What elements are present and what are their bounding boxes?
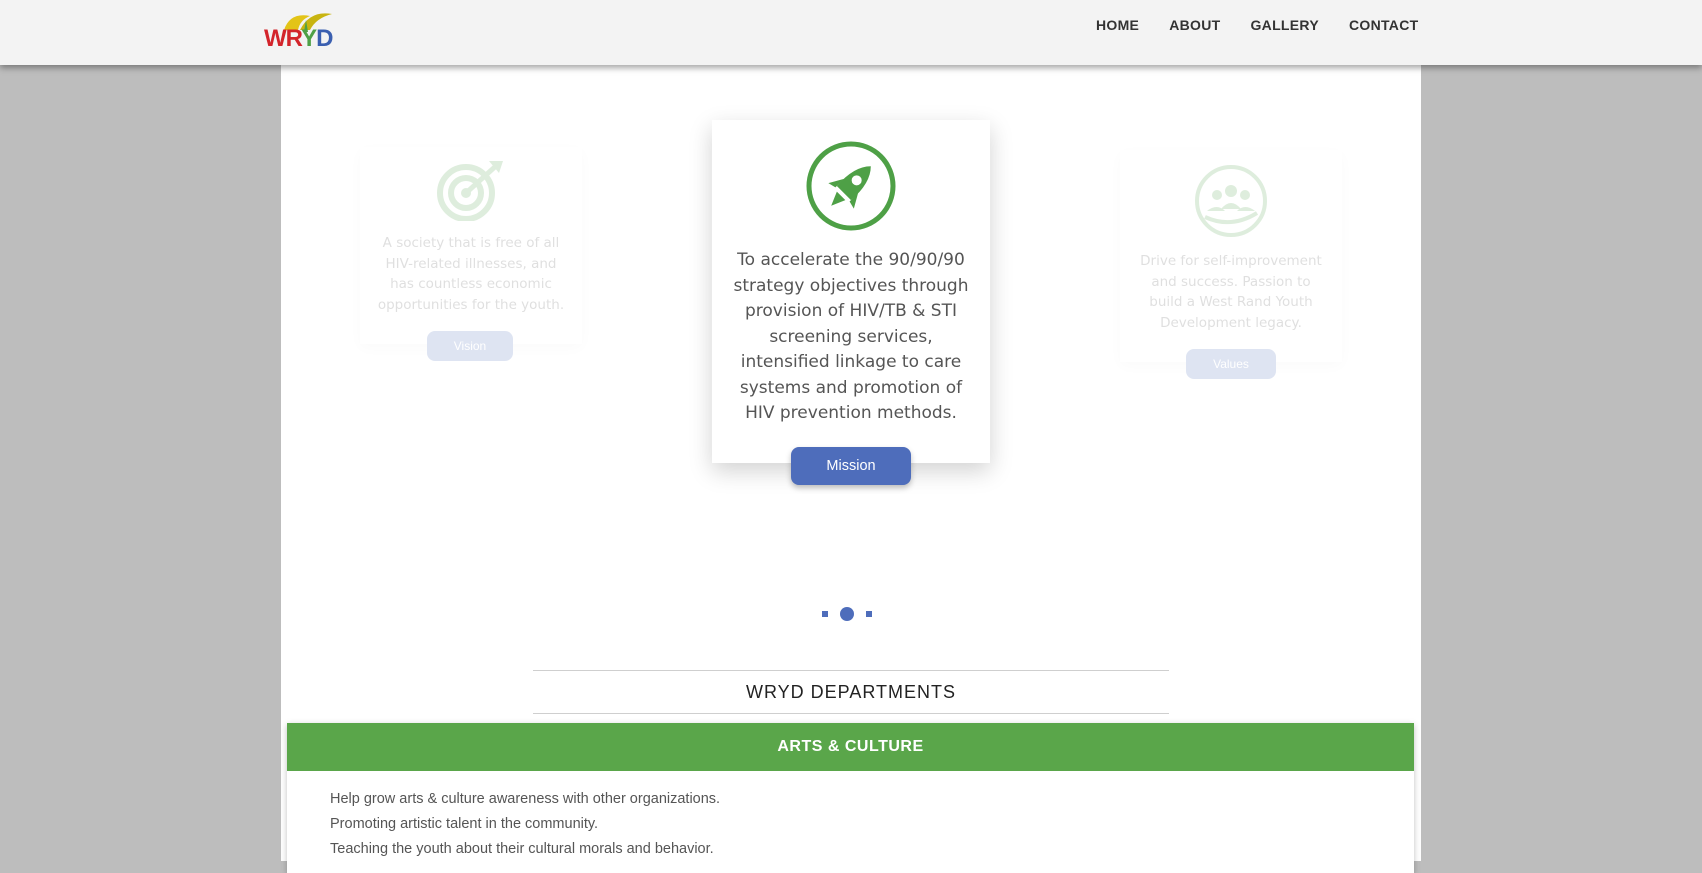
department-panel: ARTS & CULTURE Help grow arts & culture … bbox=[287, 723, 1414, 873]
list-item: Help grow arts & culture awareness with … bbox=[330, 791, 721, 807]
departments-title: WRYD DEPARTMENTS bbox=[533, 670, 1169, 714]
nav-home[interactable]: HOME bbox=[1096, 17, 1139, 33]
carousel-dot-3[interactable] bbox=[866, 611, 872, 617]
target-icon bbox=[437, 161, 503, 221]
vision-card[interactable]: A society that is free of all HIV-relate… bbox=[360, 147, 582, 361]
list-item: Promoting artistic talent in the communi… bbox=[330, 816, 599, 832]
values-text: Drive for self-improvement and success. … bbox=[1140, 253, 1322, 331]
main-nav: HOME ABOUT GALLERY CONTACT bbox=[1096, 17, 1418, 33]
vision-button[interactable]: Vision bbox=[427, 331, 513, 361]
carousel-pagination bbox=[822, 607, 872, 621]
wryd-logo[interactable]: WRYD bbox=[264, 10, 336, 52]
vision-text: A society that is free of all HIV-relate… bbox=[377, 235, 565, 313]
mission-button[interactable]: Mission bbox=[791, 447, 911, 485]
carousel-dot-1[interactable] bbox=[822, 611, 828, 617]
carousel-dot-2-active[interactable] bbox=[840, 607, 854, 621]
rocket-icon bbox=[806, 141, 896, 231]
department-name[interactable]: ARTS & CULTURE bbox=[287, 723, 1414, 771]
values-button[interactable]: Values bbox=[1186, 349, 1276, 379]
site-header: WRYD HOME ABOUT GALLERY CONTACT bbox=[0, 0, 1702, 65]
people-in-hand-icon bbox=[1195, 165, 1267, 237]
mission-card[interactable]: To accelerate the 90/90/90 strategy obje… bbox=[712, 120, 990, 485]
nav-contact[interactable]: CONTACT bbox=[1349, 17, 1419, 33]
nav-gallery[interactable]: GALLERY bbox=[1250, 17, 1318, 33]
list-item: Teaching the youth about their cultural … bbox=[330, 841, 714, 857]
values-card[interactable]: Drive for self-improvement and success. … bbox=[1120, 150, 1342, 379]
nav-about[interactable]: ABOUT bbox=[1169, 17, 1220, 33]
logo-text: WRYD bbox=[264, 25, 333, 52]
mission-text: To accelerate the 90/90/90 strategy obje… bbox=[733, 250, 969, 423]
department-items: Help grow arts & culture awareness with … bbox=[287, 771, 1414, 862]
